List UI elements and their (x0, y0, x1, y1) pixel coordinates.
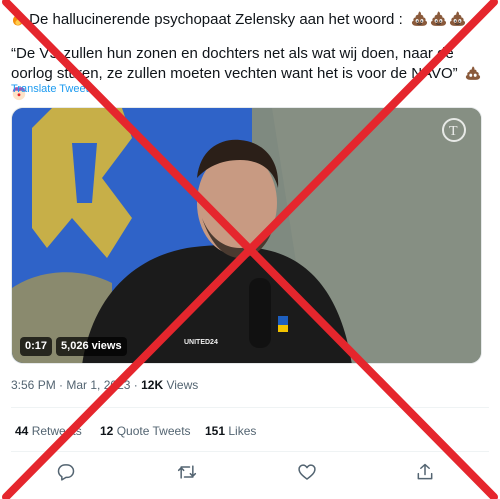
quotes-label: Quote Tweets (116, 424, 191, 438)
shirt-text: UNITED24 (184, 339, 218, 346)
divider (11, 451, 489, 452)
like-icon[interactable] (297, 462, 317, 482)
quote-text: “De VS zullen hun zonen en dochters net … (11, 45, 458, 82)
meta-separator: · (55, 378, 67, 392)
quotes-stat[interactable]: 12 Quote Tweets (100, 424, 191, 438)
video-duration: 0:17 (20, 337, 53, 356)
video-frame: UNITED24 T (12, 108, 481, 363)
tweet: De hallucinerende psychopaat Zelensky aa… (0, 0, 500, 499)
views-count: 12K (141, 378, 164, 392)
likes-label: Likes (228, 424, 257, 438)
views-label: Views (163, 378, 199, 392)
tweet-date[interactable]: Mar 1, 2023 (66, 378, 130, 392)
fire-emoji-icon (13, 11, 23, 26)
tweet-headline-text: De hallucinerende psychopaat Zelensky aa… (29, 11, 403, 28)
tweet-text-line: De hallucinerende psychopaat Zelensky aa… (11, 10, 466, 30)
pile-of-poo-emoji-icon (449, 11, 465, 26)
retweets-count: 44 (15, 424, 29, 438)
quotes-count: 12 (100, 424, 114, 438)
pile-of-poo-emoji-icon (465, 66, 480, 80)
tweet-quote-text: “De VS zullen hun zonen en dochters net … (11, 44, 491, 104)
divider (11, 407, 489, 408)
translate-tweet-link[interactable]: Translate Tweet (11, 83, 89, 95)
share-icon[interactable] (415, 462, 435, 482)
video-overlay: 0:17 5,026 views (20, 337, 127, 356)
reply-icon[interactable] (56, 462, 76, 482)
svg-text:T: T (449, 124, 458, 139)
retweets-label: Retweets (31, 424, 82, 438)
video-player[interactable]: UNITED24 T (11, 107, 482, 364)
likes-stat[interactable]: 151 Likes (205, 424, 256, 438)
tweet-time[interactable]: 3:56 PM (11, 378, 56, 392)
poo-emoji-group (411, 10, 466, 27)
meta-separator: · (130, 378, 142, 392)
retweets-stat[interactable]: 44 Retweets (15, 424, 82, 438)
retweet-icon[interactable] (177, 462, 197, 482)
likes-count: 151 (205, 424, 226, 438)
video-views: 5,026 views (56, 337, 127, 356)
tweet-actions (0, 462, 500, 484)
pile-of-poo-emoji-icon (430, 11, 446, 26)
pile-of-poo-emoji-icon (411, 11, 427, 26)
tweet-meta: 3:56 PM · Mar 1, 2023 · 12K Views (11, 378, 198, 392)
